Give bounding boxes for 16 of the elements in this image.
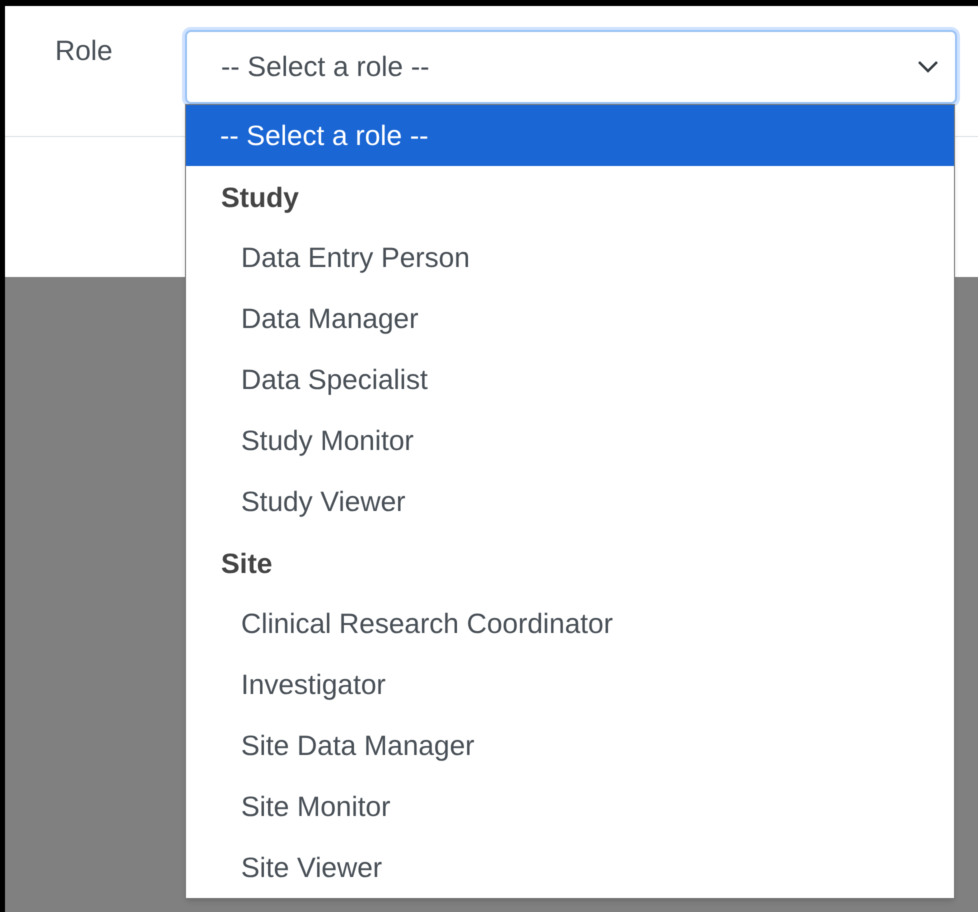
chevron-down-icon — [917, 60, 939, 74]
group-label: Site — [220, 547, 274, 581]
dropdown-option[interactable]: Site Monitor — [186, 776, 954, 837]
group-label: Study — [220, 181, 300, 215]
dropdown-option[interactable]: Site Data Manager — [186, 715, 954, 776]
role-select[interactable]: -- Select a role -- — [185, 30, 957, 104]
field-label: Role — [54, 34, 114, 68]
dropdown-option[interactable]: Investigator — [186, 654, 954, 715]
dropdown-option[interactable]: Clinical Research Coordinator — [186, 593, 954, 654]
dropdown-option[interactable]: Study Viewer — [186, 471, 954, 532]
dropdown-option[interactable]: Site Viewer — [186, 837, 954, 898]
dropdown-option[interactable]: Data Specialist — [186, 349, 954, 410]
dropdown-option[interactable]: -- Select a role -- — [186, 105, 954, 166]
dropdown-option[interactable]: Data Manager — [186, 288, 954, 349]
dropdown-option[interactable]: Data Entry Person — [186, 227, 954, 288]
dropdown-option[interactable]: Study Monitor — [186, 410, 954, 471]
